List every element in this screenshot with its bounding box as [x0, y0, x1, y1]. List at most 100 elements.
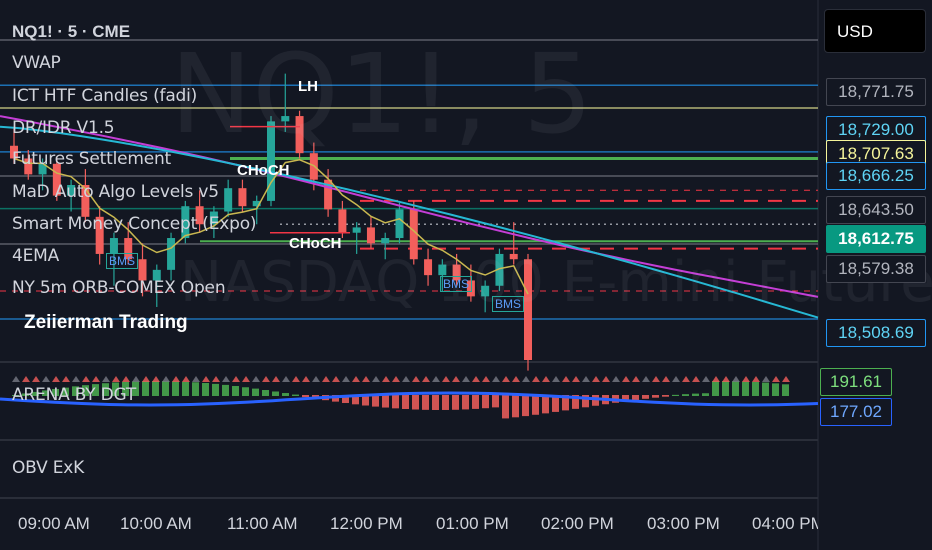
candle-body — [152, 269, 161, 281]
arena-bar — [672, 394, 679, 396]
arena-marker — [102, 376, 110, 382]
arena-marker — [642, 376, 650, 382]
candle-body — [438, 264, 447, 276]
arena-bar — [732, 381, 739, 396]
arena-bar — [82, 385, 89, 396]
candle-body — [524, 259, 532, 360]
arena-marker — [452, 376, 460, 382]
candle-body — [181, 206, 190, 239]
arena-bar — [702, 393, 709, 396]
arena-bar — [52, 388, 59, 396]
arena-bar — [462, 395, 469, 410]
candle-body — [224, 188, 233, 212]
arena-bar — [62, 387, 69, 396]
ema-line — [0, 125, 819, 319]
arena-marker — [722, 376, 730, 382]
arena-marker — [72, 376, 80, 382]
arena-bar — [752, 381, 759, 396]
arena-marker — [682, 376, 690, 382]
candle-body — [238, 188, 247, 207]
arena-bar — [92, 384, 99, 396]
arena-bar — [682, 394, 689, 396]
arena-marker — [652, 376, 660, 382]
arena-marker — [332, 376, 340, 382]
candle-body — [67, 185, 76, 196]
arena-bar — [642, 395, 649, 399]
arena-bar — [492, 395, 499, 408]
arena-marker — [112, 376, 120, 382]
arena-marker — [532, 376, 540, 382]
arena-marker — [12, 376, 20, 382]
arena-marker — [382, 376, 390, 382]
arena-marker — [662, 376, 670, 382]
arena-bar — [132, 381, 139, 396]
arena-marker — [162, 376, 170, 382]
arena-marker — [132, 376, 140, 382]
arena-bar — [42, 390, 49, 396]
arena-marker — [252, 376, 260, 382]
arena-bar — [482, 395, 489, 409]
arena-bar — [272, 391, 279, 396]
candle-body — [424, 259, 433, 276]
arena-bar — [292, 394, 299, 396]
arena-marker — [502, 376, 510, 382]
arena-marker — [782, 376, 790, 382]
arena-bar — [142, 381, 149, 396]
candle-body — [366, 227, 375, 244]
arena-marker — [542, 376, 550, 382]
arena-bar — [242, 387, 249, 396]
candle-body — [338, 209, 347, 233]
arena-marker — [622, 376, 630, 382]
arena-bar — [722, 381, 729, 396]
arena-marker — [262, 376, 270, 382]
arena-bar — [512, 395, 519, 418]
arena-bar — [12, 395, 19, 396]
arena-bar — [662, 395, 669, 397]
arena-bar — [212, 383, 219, 396]
arena-bar — [782, 384, 789, 396]
arena-marker — [752, 376, 760, 382]
candle-body — [209, 211, 218, 225]
arena-bar — [532, 395, 539, 415]
candle-body — [452, 264, 461, 281]
candle-body — [281, 116, 290, 122]
arena-bar — [192, 382, 199, 396]
arena-bar — [452, 395, 459, 410]
arena-marker — [362, 376, 370, 382]
arena-bar — [422, 395, 429, 410]
arena-marker — [282, 376, 290, 382]
arena-bar — [652, 395, 659, 398]
candle-body — [52, 163, 61, 196]
arena-marker — [772, 376, 780, 382]
currency-button[interactable]: USD — [824, 9, 926, 53]
arena-marker — [402, 376, 410, 382]
candle-body — [381, 238, 390, 244]
arena-bar — [442, 395, 449, 410]
arena-marker — [322, 376, 330, 382]
arena-marker — [592, 376, 600, 382]
arena-marker — [32, 376, 40, 382]
arena-marker — [672, 376, 680, 382]
arena-marker — [342, 376, 350, 382]
candle-body — [352, 227, 361, 233]
arena-marker — [762, 376, 770, 382]
arena-bar — [152, 381, 159, 396]
arena-bar — [712, 381, 719, 396]
arena-bar — [122, 381, 129, 396]
arena-marker — [122, 376, 130, 382]
chart-canvas[interactable] — [0, 0, 932, 550]
arena-marker — [612, 376, 620, 382]
arena-marker — [422, 376, 430, 382]
candle-body — [109, 238, 118, 254]
candle-body — [509, 253, 518, 260]
arena-marker — [302, 376, 310, 382]
arena-bar — [282, 393, 289, 396]
arena-marker — [272, 376, 280, 382]
arena-marker — [92, 376, 100, 382]
arena-marker — [442, 376, 450, 382]
chart-stage[interactable]: NQ1!, 5 NASDAQ 100 E-mini Futures NQ1! ·… — [0, 0, 932, 550]
arena-marker — [492, 376, 500, 382]
candle-body — [466, 280, 475, 297]
arena-marker — [412, 376, 420, 382]
arena-marker — [202, 376, 210, 382]
